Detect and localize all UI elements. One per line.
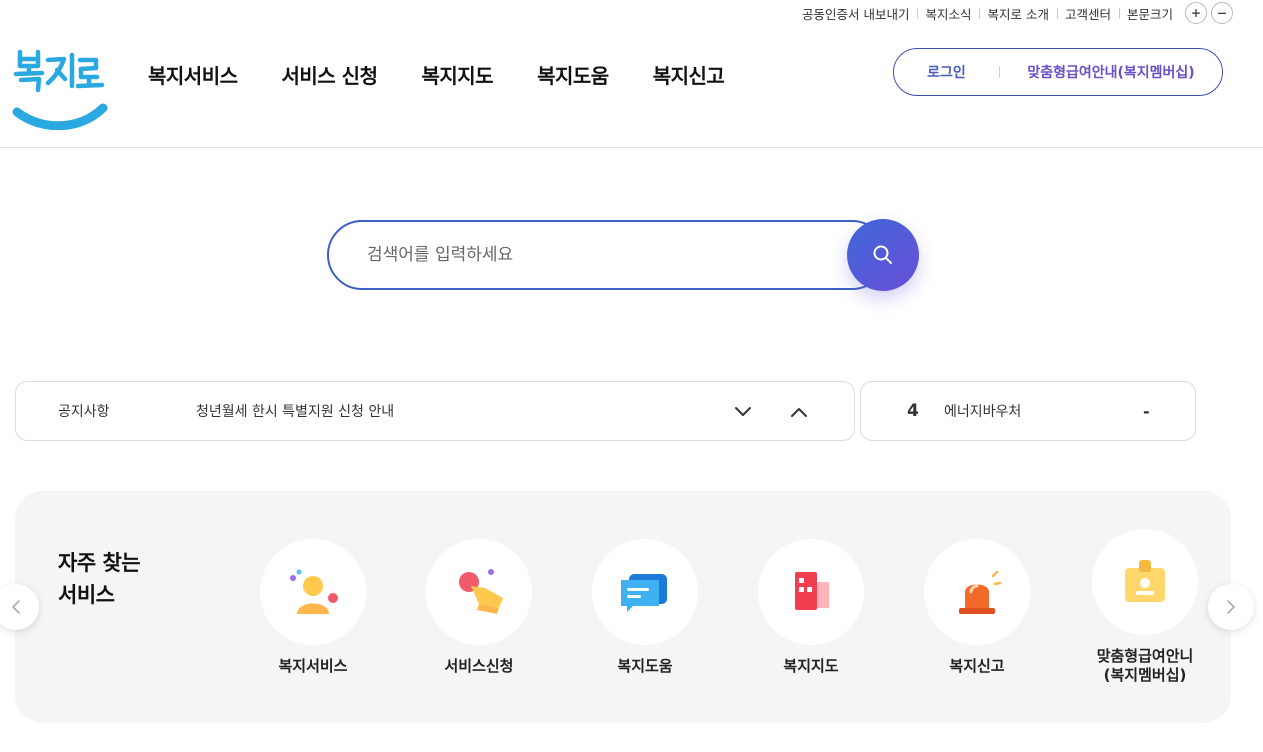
service-circle [592,539,698,645]
nav-welfare-service[interactable]: 복지서비스 [148,60,238,89]
login-panel: 로그인 맞춤형급여안내(복지멤버십) [893,48,1223,96]
chevron-right-icon [1227,600,1235,614]
service-label: 복지지도 [783,657,839,675]
search-input[interactable] [367,245,807,265]
notice-next-button[interactable] [734,404,752,423]
rank-change: - [1143,401,1150,421]
service-label: 복지서비스 [278,657,348,675]
touch-icon [459,569,503,614]
search-bar [327,219,919,291]
keyword-text[interactable]: 에너지바우처 [944,401,1021,421]
service-item-membership[interactable]: 맞춤형급여안니 (복지멤버십) [1065,529,1225,685]
text-size-decrease-button[interactable]: − [1211,2,1233,24]
carousel-next-button[interactable] [1208,584,1254,630]
logo-mark-icon [12,49,108,131]
section-title-line2: 서비스 [58,583,115,607]
chevron-up-icon [791,408,807,417]
cert-export-link[interactable]: 공동인증서 내보내기 [794,4,917,23]
main-nav: 복지서비스 서비스 신청 복지지도 복지도움 복지신고 [148,60,725,89]
section-title-line1: 자주 찾는 [58,551,141,575]
service-circle [426,539,532,645]
site-header: 복지서비스 서비스 신청 복지지도 복지도움 복지신고 로그인 맞춤형급여안내(… [0,30,1263,148]
service-label-line1: 맞춤형급여안니 [1096,647,1194,665]
notice-bar: 공지사항 청년월세 한시 특별지원 신청 안내 [15,381,855,441]
service-label: 서비스신청 [444,657,514,675]
chevron-down-icon [735,407,751,416]
service-item-apply[interactable]: 서비스신청 [399,539,559,676]
login-button[interactable]: 로그인 [894,62,999,82]
nav-welfare-report[interactable]: 복지신고 [653,60,725,89]
search-field-wrapper [327,220,887,290]
service-label: 맞춤형급여안니 (복지멤버십) [1065,647,1225,685]
search-icon [873,245,892,264]
nav-service-apply[interactable]: 서비스 신청 [282,60,378,89]
customer-center-link[interactable]: 고객센터 [1056,4,1119,23]
nav-welfare-help[interactable]: 복지도움 [537,60,609,89]
text-size-label: 본문크기 [1118,4,1181,23]
popular-keyword-bar[interactable]: 4 에너지바우처 - [860,381,1196,441]
text-size-increase-button[interactable]: + [1185,2,1207,24]
id-badge-icon [1125,560,1165,602]
welfare-news-link[interactable]: 복지소식 [917,4,979,23]
service-circle [260,539,366,645]
service-circle [758,539,864,645]
service-label-line2: (복지멤버십) [1103,666,1187,684]
service-item-report[interactable]: 복지신고 [897,539,1057,676]
service-label: 복지신고 [949,657,1005,675]
membership-button[interactable]: 맞춤형급여안내(복지멤버십) [1000,62,1222,82]
utility-bar: 공동인증서 내보내기 복지소식 복지로 소개 고객센터 본문크기 + − [794,2,1233,24]
service-label: 복지도움 [617,657,673,675]
service-circle [924,539,1030,645]
service-item-map[interactable]: 복지지도 [731,539,891,676]
notice-prev-button[interactable] [790,404,808,423]
chat-icon [621,574,667,612]
search-button[interactable] [847,219,919,291]
service-item-help[interactable]: 복지도움 [565,539,725,676]
keyword-rank: 4 [907,401,919,421]
about-link[interactable]: 복지로 소개 [979,4,1056,23]
service-circle [1092,529,1198,635]
site-logo[interactable] [12,46,108,131]
nav-welfare-map[interactable]: 복지지도 [421,60,493,89]
section-title: 자주 찾는 서비스 [58,547,141,611]
notice-label: 공지사항 [58,404,110,420]
notice-text[interactable]: 청년월세 한시 특별지원 신청 안내 [196,401,394,421]
service-item-welfare[interactable]: 복지서비스 [233,539,393,676]
person-icon [290,569,338,614]
frequent-services-panel: 자주 찾는 서비스 복지서비스 서비스신청 복지도움 복지지도 복지신고 맞춤형… [15,491,1231,723]
chevron-left-icon [12,600,20,614]
siren-icon [959,570,1002,614]
map-icon [795,572,829,610]
